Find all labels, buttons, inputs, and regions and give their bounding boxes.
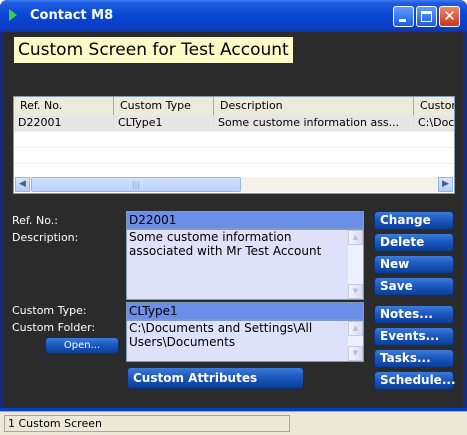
custom-folder-label: Custom Folder:	[12, 321, 96, 334]
custom-type-label: Custom Type:	[12, 304, 87, 317]
status-bar: 1 Custom Screen	[0, 411, 467, 435]
app-icon	[9, 9, 17, 21]
ref-no-field[interactable]: D22001	[126, 211, 364, 229]
status-text: 1 Custom Screen	[4, 415, 290, 432]
window-title: Contact M8	[30, 8, 114, 23]
description-scrollbar[interactable]: ▲ ▼	[348, 230, 363, 299]
scroll-down-icon[interactable]: ▼	[348, 284, 363, 299]
description-field[interactable]: Some custome information associated with…	[126, 229, 364, 300]
cell-custom-type: CLType1	[114, 115, 214, 131]
open-folder-button[interactable]: Open...	[45, 337, 119, 354]
column-header-custom-folder[interactable]: Custom Folder	[414, 97, 454, 115]
ref-no-label: Ref. No.:	[12, 214, 58, 227]
maximize-icon	[421, 11, 432, 22]
minimize-icon	[399, 19, 406, 22]
schedule-button[interactable]: Schedule...	[374, 371, 456, 390]
page-title: Custom Screen for Test Account	[14, 37, 293, 63]
table-row[interactable]: D22001 CLType1 Some custome information …	[14, 115, 454, 131]
custom-folder-field[interactable]: C:\Documents and Settings\All Users\Docu…	[126, 320, 364, 362]
title-bar[interactable]: Contact M8 ✕	[0, 0, 467, 32]
scroll-up-icon[interactable]: ▲	[348, 321, 363, 336]
custom-type-field[interactable]: CLType1	[126, 302, 364, 320]
delete-button[interactable]: Delete	[374, 233, 454, 252]
client-area: Custom Screen for Test Account Ref. No. …	[4, 32, 463, 408]
custom-folder-scrollbar[interactable]: ▲ ▼	[348, 321, 363, 361]
cell-custom-folder: C:\Documents and Settings\All Users\Docu…	[414, 115, 454, 131]
close-button[interactable]: ✕	[439, 6, 460, 27]
horizontal-scrollbar[interactable]: ◀ ||| ▶	[15, 177, 453, 192]
description-label: Description:	[12, 231, 79, 244]
scroll-down-icon[interactable]: ▼	[348, 346, 363, 361]
scroll-left-icon[interactable]: ◀	[15, 177, 30, 192]
column-header-ref-no[interactable]: Ref. No.	[14, 97, 114, 115]
notes-button[interactable]: Notes...	[374, 305, 454, 324]
cell-description: Some custome information ass...	[214, 115, 414, 131]
cell-ref-no: D22001	[14, 115, 114, 131]
column-header-custom-type[interactable]: Custom Type	[114, 97, 214, 115]
maximize-button[interactable]	[416, 6, 437, 27]
minimize-button[interactable]	[393, 6, 414, 27]
custom-attributes-button[interactable]: Custom Attributes	[127, 367, 304, 389]
scroll-up-icon[interactable]: ▲	[348, 230, 363, 245]
change-button[interactable]: Change	[374, 211, 454, 230]
close-icon: ✕	[443, 7, 456, 25]
save-button[interactable]: Save	[374, 277, 454, 296]
scroll-thumb[interactable]: |||	[31, 177, 241, 192]
table-row-empty	[14, 147, 454, 164]
table-row-empty	[14, 131, 454, 148]
custom-screens-table[interactable]: Ref. No. Custom Type Description Custom …	[13, 96, 455, 194]
column-header-description[interactable]: Description	[214, 97, 414, 115]
app-window: Contact M8 ✕ Custom Screen for Test Acco…	[0, 0, 467, 435]
new-button[interactable]: New	[374, 255, 454, 274]
description-text: Some custome information associated with…	[129, 230, 322, 258]
table-header: Ref. No. Custom Type Description Custom …	[14, 97, 454, 116]
custom-folder-text: C:\Documents and Settings\All Users\Docu…	[129, 321, 313, 349]
tasks-button[interactable]: Tasks...	[374, 349, 454, 368]
scroll-right-icon[interactable]: ▶	[438, 177, 453, 192]
events-button[interactable]: Events...	[374, 327, 454, 346]
